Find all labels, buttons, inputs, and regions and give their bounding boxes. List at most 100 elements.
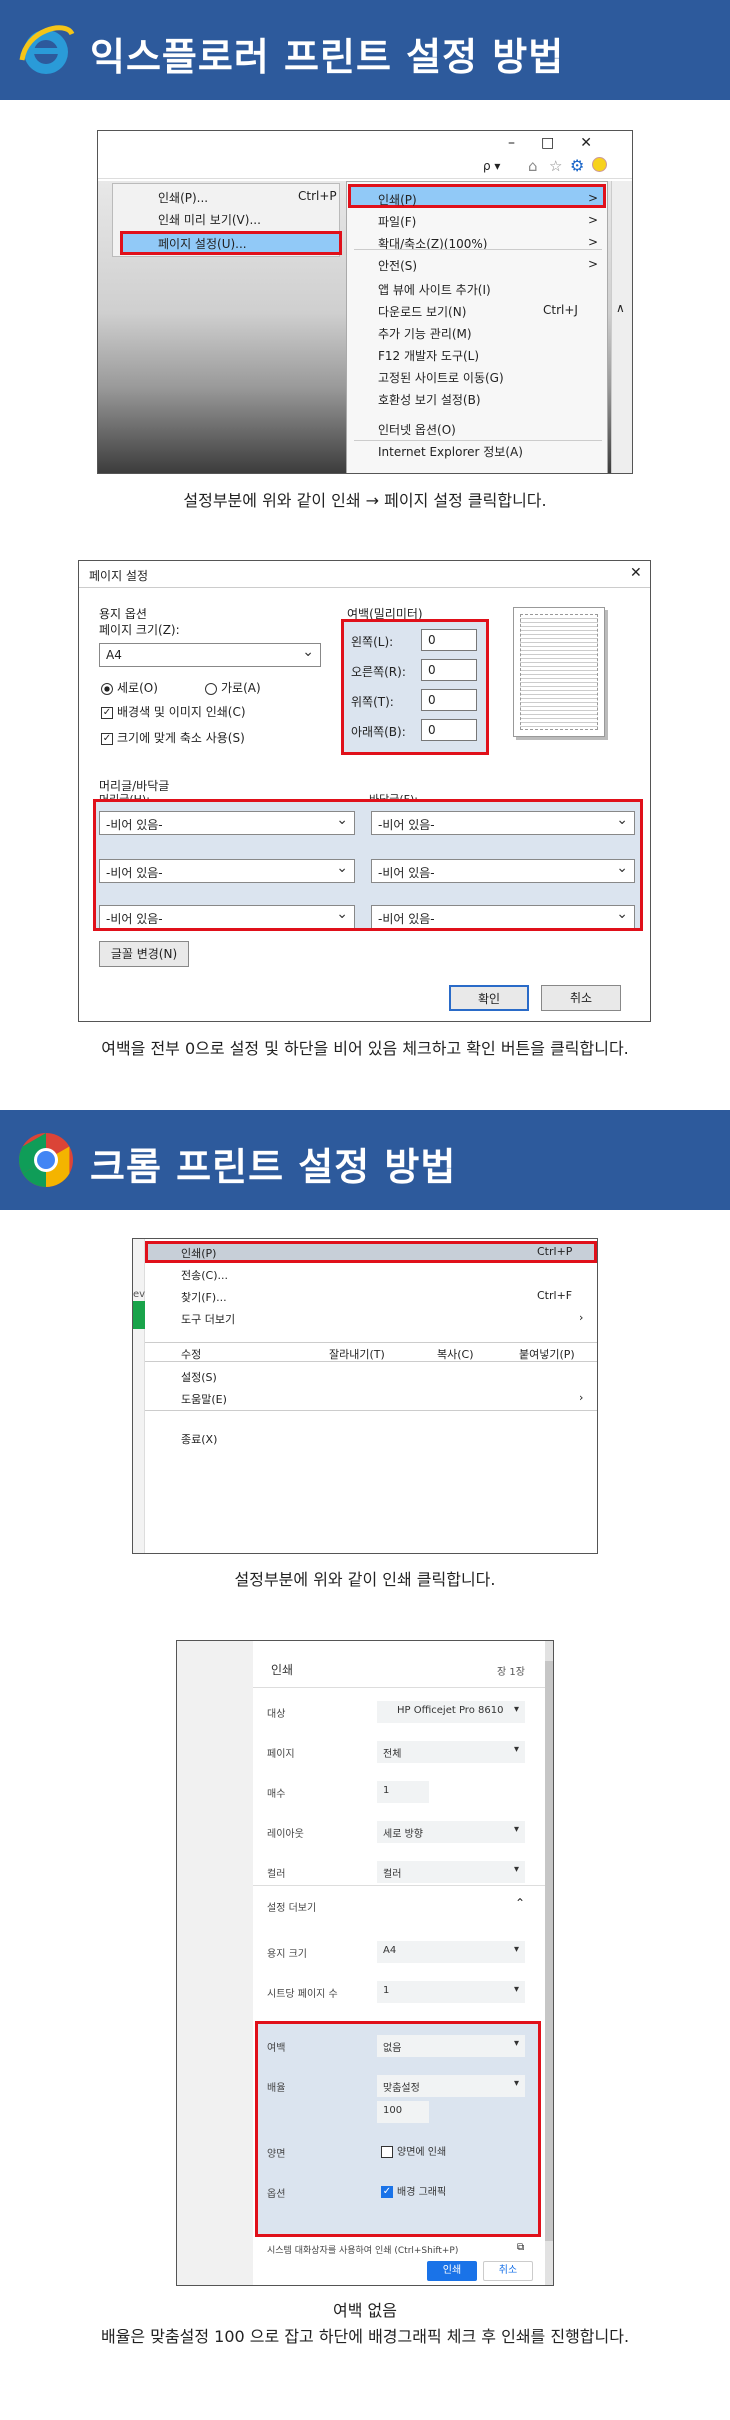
home-icon[interactable]: ⌂: [528, 157, 538, 175]
tools-menu-item[interactable]: 앱 뷰에 사이트 추가(I): [378, 281, 491, 298]
page-side-text: ev: [133, 1289, 146, 1300]
tools-menu-item[interactable]: 인쇄(P): [378, 191, 417, 208]
chrome-menu-item[interactable]: 인쇄(P): [181, 1245, 216, 1261]
submenu-print[interactable]: 인쇄(P)...: [158, 189, 208, 206]
portrait-radio[interactable]: 세로(O): [101, 679, 158, 696]
collapse-icon[interactable]: ⌃: [515, 1896, 525, 1910]
landscape-label: 가로(A): [221, 681, 261, 695]
chrome-menu-item[interactable]: 전송(C)...: [181, 1267, 228, 1283]
shrink-checkbox[interactable]: ✓ 크기에 맞게 축소 사용(S): [101, 729, 245, 746]
cancel-button[interactable]: 취소: [483, 2261, 533, 2281]
chrome-logo-icon: [18, 1133, 73, 1187]
edit-row-item: 수정: [181, 1348, 202, 1361]
scrollbar-thumb[interactable]: [545, 1661, 553, 2241]
favorites-star-icon[interactable]: ☆: [549, 157, 562, 175]
print-button[interactable]: 인쇄: [427, 2261, 477, 2281]
checkbox-checked-icon: ✓: [101, 706, 113, 719]
print-setting-select[interactable]: HP Officejet Pro 8610: [377, 1701, 525, 1723]
print-setting-select[interactable]: 1: [377, 1781, 429, 1803]
menu-divider: [354, 440, 602, 441]
tools-menu-item[interactable]: 인터넷 옵션(O): [378, 421, 456, 438]
print-setting-select[interactable]: 전체: [377, 1741, 525, 1763]
close-icon[interactable]: ✕: [580, 135, 618, 151]
print-setting-label: 대상: [267, 1709, 286, 1720]
tools-menu-item[interactable]: 고정된 사이트로 이동(G): [378, 369, 504, 386]
preview-text-lines: [520, 614, 598, 730]
smiley-icon[interactable]: [592, 157, 607, 172]
gear-icon[interactable]: ⚙: [570, 156, 584, 175]
tools-menu-item[interactable]: F12 개발자 도구(L): [378, 347, 479, 364]
page-setup-highlight: [120, 231, 342, 255]
caption-chrome-step1: 설정부분에 위와 같이 인쇄 클릭합니다.: [234, 1570, 496, 1589]
ie-menu-screenshot: –□✕ ρ ▾ ⌂ ☆ ⚙ ∧ 인쇄(P)... Ctrl+P 인쇄 미리 보기…: [97, 130, 633, 474]
internet-explorer-logo-icon: [19, 25, 75, 74]
shrink-label: 크기에 맞게 축소 사용(S): [117, 731, 245, 745]
edit-row-item[interactable]: 붙여넣기(P): [519, 1346, 575, 1362]
bg-print-checkbox[interactable]: ✓ 배경색 및 이미지 인쇄(C): [101, 703, 246, 720]
radio-icon: [205, 682, 217, 695]
page-setup-dialog: 페이지 설정 ✕ 용지 옵션 페이지 크기(Z): A4 세로(O) 가로(A)…: [78, 560, 651, 1022]
page-size-label: 페이지 크기(Z):: [99, 623, 180, 637]
minimize-icon[interactable]: –: [508, 135, 541, 151]
caption-chrome-step2-line2: 배율은 맞춤설정 100 으로 잡고 하단에 배경그래픽 체크 후 인쇄를 진행…: [100, 2327, 630, 2346]
chrome-menu-shortcut: ›: [579, 1391, 584, 1404]
caption-ie-step1: 설정부분에 위와 같이 인쇄 → 페이지 설정 클릭합니다.: [183, 491, 547, 510]
tools-menu-item[interactable]: Internet Explorer 정보(A): [378, 443, 523, 460]
chrome-menu-item[interactable]: 찾기(F)...: [181, 1289, 227, 1305]
scrollbar[interactable]: [611, 181, 632, 473]
page-size-select[interactable]: A4: [99, 643, 321, 667]
menu-divider: [354, 249, 602, 250]
margins-highlight: [341, 619, 489, 755]
tools-menu-item[interactable]: 안전(S): [378, 257, 417, 274]
bg-print-label: 배경색 및 이미지 인쇄(C): [117, 705, 246, 719]
maximize-icon[interactable]: □: [541, 135, 580, 151]
external-link-icon: ⧉: [517, 2242, 525, 2253]
divider: [253, 1687, 545, 1688]
menu-exit[interactable]: 종료(X): [181, 1431, 217, 1447]
chrome-menu-item[interactable]: 도움말(E): [181, 1391, 227, 1407]
title-divider: [79, 587, 650, 588]
edit-row-item[interactable]: 복사(C): [437, 1346, 474, 1362]
cancel-button[interactable]: 취소: [541, 985, 621, 1011]
checkbox-checked-icon: ✓: [101, 732, 113, 745]
landscape-radio[interactable]: 가로(A): [205, 679, 261, 696]
chrome-menu-screenshot: ev 인쇄(P) Ctrl+P 전송(C)... 찾기(F)... Ctrl+F 도구 더…: [132, 1238, 598, 1554]
scroll-up-icon[interactable]: ∧: [616, 301, 625, 315]
print-setting-select[interactable]: 컬러: [377, 1861, 525, 1883]
caption-chrome-step2-line1: 여백 없음: [333, 2301, 397, 2320]
print-setting-label: 매수: [267, 1789, 286, 1800]
menu-divider: [145, 1342, 597, 1343]
edit-row-item[interactable]: 잘라내기(T): [329, 1346, 385, 1362]
page-count: 장 1장: [497, 1667, 525, 1678]
tools-menu-shortcut: >: [588, 257, 599, 271]
tools-menu-shortcut: >: [588, 191, 599, 205]
tools-menu-item[interactable]: 호환성 보기 설정(B): [378, 391, 481, 408]
paper-options-label: 용지 옵션: [99, 607, 147, 621]
submenu-print-preview[interactable]: 인쇄 미리 보기(V)...: [158, 211, 261, 228]
tools-menu-item[interactable]: 추가 기능 관리(M): [378, 325, 472, 342]
ie-banner: 익스플로러 프린트 설정 방법: [0, 0, 730, 100]
tools-menu-item[interactable]: 파일(F): [378, 213, 416, 230]
chrome-section-title: 크롬 프린트 설정 방법: [90, 1145, 457, 1189]
tools-menu-shortcut: >: [588, 235, 599, 249]
dialog-title: 페이지 설정: [89, 569, 149, 583]
print-setting-select[interactable]: 세로 방향: [377, 1821, 525, 1843]
print-setting-label: 용지 크기: [267, 1949, 307, 1960]
dialog-close-icon[interactable]: ✕: [630, 565, 642, 581]
font-change-button[interactable]: 글꼴 변경(N): [99, 941, 189, 967]
page-edge: [133, 1239, 145, 1553]
print-setting-select[interactable]: A4: [377, 1941, 525, 1963]
search-icon[interactable]: ρ ▾: [483, 159, 500, 173]
system-dialog-link[interactable]: 시스템 대화상자를 사용하여 인쇄 (Ctrl+Shift+P): [267, 2243, 517, 2256]
caption-ie-step2: 여백을 전부 0으로 설정 및 하단을 비어 있음 체크하고 확인 버튼을 클릭…: [101, 1039, 629, 1058]
print-setting-label: 레이아웃: [267, 1829, 304, 1840]
more-settings-label[interactable]: 설정 더보기: [267, 1899, 316, 1914]
chrome-menu-item[interactable]: 도구 더보기: [181, 1311, 235, 1327]
print-setting-label: 시트당 페이지 수: [267, 1989, 338, 2000]
ok-button[interactable]: 확인: [449, 985, 529, 1011]
ie-section-title: 익스플로러 프린트 설정 방법: [90, 35, 565, 79]
print-setting-select[interactable]: 1: [377, 1981, 525, 2003]
tools-menu-item[interactable]: 다운로드 보기(N): [378, 303, 466, 320]
portrait-label: 세로(O): [117, 681, 158, 695]
chrome-menu-item[interactable]: 설정(S): [181, 1369, 217, 1385]
